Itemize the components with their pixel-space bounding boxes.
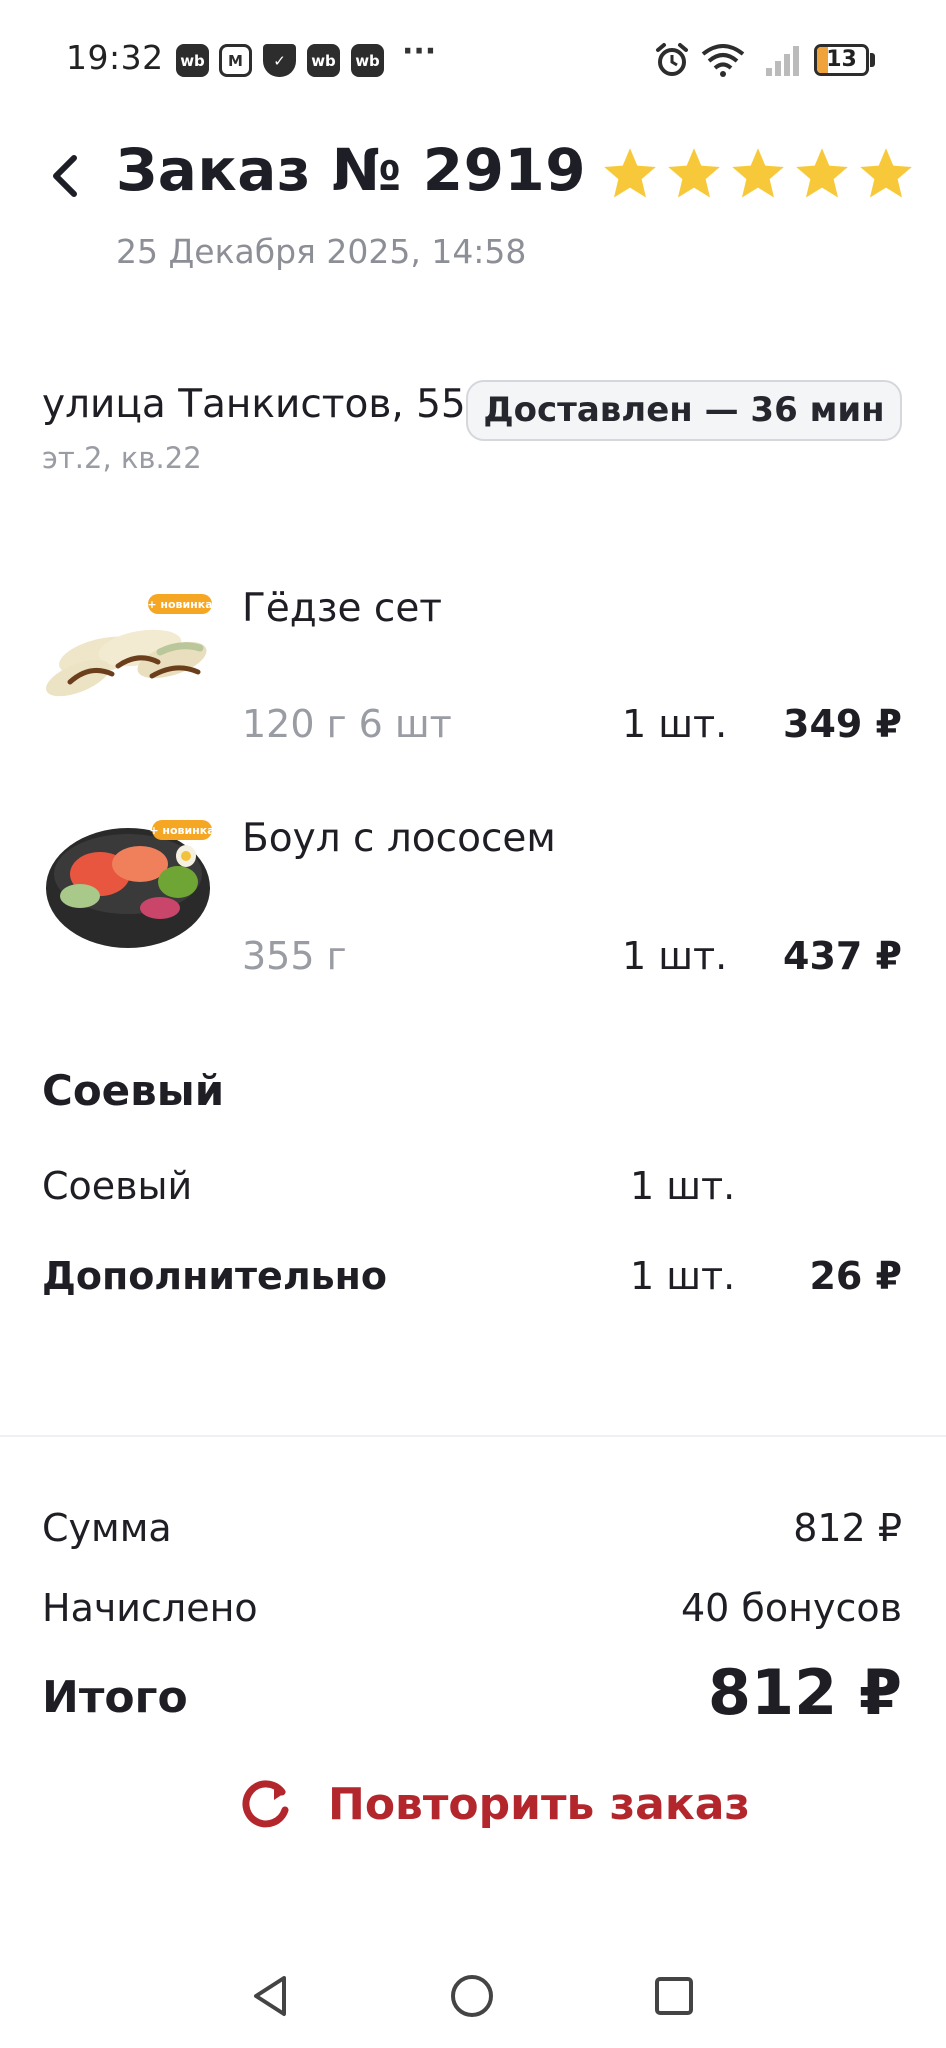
- battery-level: 13: [826, 47, 857, 72]
- status-time: 19:32: [66, 38, 164, 77]
- item-price: 349 ₽: [783, 702, 902, 746]
- rating-stars: [602, 146, 914, 202]
- delivery-address: улица Танкистов, 55: [42, 382, 466, 427]
- new-badge: + новинка: [147, 598, 212, 611]
- repeat-order-label: Повторить заказ: [328, 1778, 750, 1830]
- star-icon: [732, 148, 784, 198]
- nav-back-icon[interactable]: [246, 1972, 294, 2020]
- status-badge: Доставлен — 36 мин: [466, 380, 902, 441]
- more-notifications-icon: ···: [402, 34, 437, 69]
- divider: [0, 1435, 946, 1437]
- total-value: 812 ₽: [707, 1656, 902, 1729]
- bonus-label: Начислено: [42, 1586, 258, 1630]
- item-weight: 120 г 6 шт: [242, 702, 452, 746]
- wb-app-icon: wb: [351, 44, 384, 77]
- bonus-value: 40 бонусов: [681, 1586, 902, 1630]
- salmon-bowl-image: + новинка: [40, 812, 212, 957]
- wb-app-icon: wb: [307, 44, 340, 77]
- wifi-icon: [701, 44, 745, 77]
- item-name: Боул с лососем: [242, 816, 556, 861]
- alarm-icon: [656, 43, 688, 76]
- item-weight: 355 г: [242, 934, 347, 978]
- address-details: эт.2, кв.22: [42, 441, 202, 475]
- modifier-price: 26 ₽: [809, 1254, 902, 1298]
- back-arrow-icon[interactable]: [42, 146, 90, 206]
- modifier-section-title: Соевый: [42, 1066, 225, 1115]
- star-icon: [604, 148, 656, 198]
- nav-home-icon[interactable]: [448, 1972, 496, 2020]
- battery-icon: 13: [814, 44, 869, 76]
- sum-value: 812 ₽: [793, 1506, 902, 1550]
- modifier-quantity: 1 шт.: [630, 1164, 736, 1208]
- item-quantity: 1 шт.: [622, 702, 728, 746]
- new-badge: + новинка: [149, 824, 212, 837]
- shield-check-icon: ✓: [263, 44, 296, 77]
- sum-label: Сумма: [42, 1506, 172, 1550]
- gyoza-set-image: + новинка: [40, 578, 212, 723]
- refresh-icon: [242, 1780, 289, 1828]
- battery-tip: [870, 53, 875, 67]
- modifier-quantity: 1 шт.: [630, 1254, 736, 1298]
- repeat-order-button[interactable]: Повторить заказ: [238, 1776, 750, 1832]
- star-icon: [668, 148, 720, 198]
- item-quantity: 1 шт.: [622, 934, 728, 978]
- wb-app-icon: wb: [176, 44, 209, 77]
- modifier-name: Дополнительно: [42, 1254, 388, 1298]
- nav-recents-icon[interactable]: [650, 1972, 698, 2020]
- modifier-name: Соевый: [42, 1164, 193, 1208]
- item-price: 437 ₽: [783, 934, 902, 978]
- signal-icon: [766, 46, 799, 76]
- order-date: 25 Декабря 2025, 14:58: [116, 232, 527, 271]
- star-icon: [860, 148, 912, 198]
- star-icon: [796, 148, 848, 198]
- page-title: Заказ № 2919: [116, 136, 587, 204]
- magnit-app-icon: М: [219, 44, 252, 77]
- item-name: Гёдзе сет: [242, 586, 443, 631]
- total-label: Итого: [42, 1672, 188, 1723]
